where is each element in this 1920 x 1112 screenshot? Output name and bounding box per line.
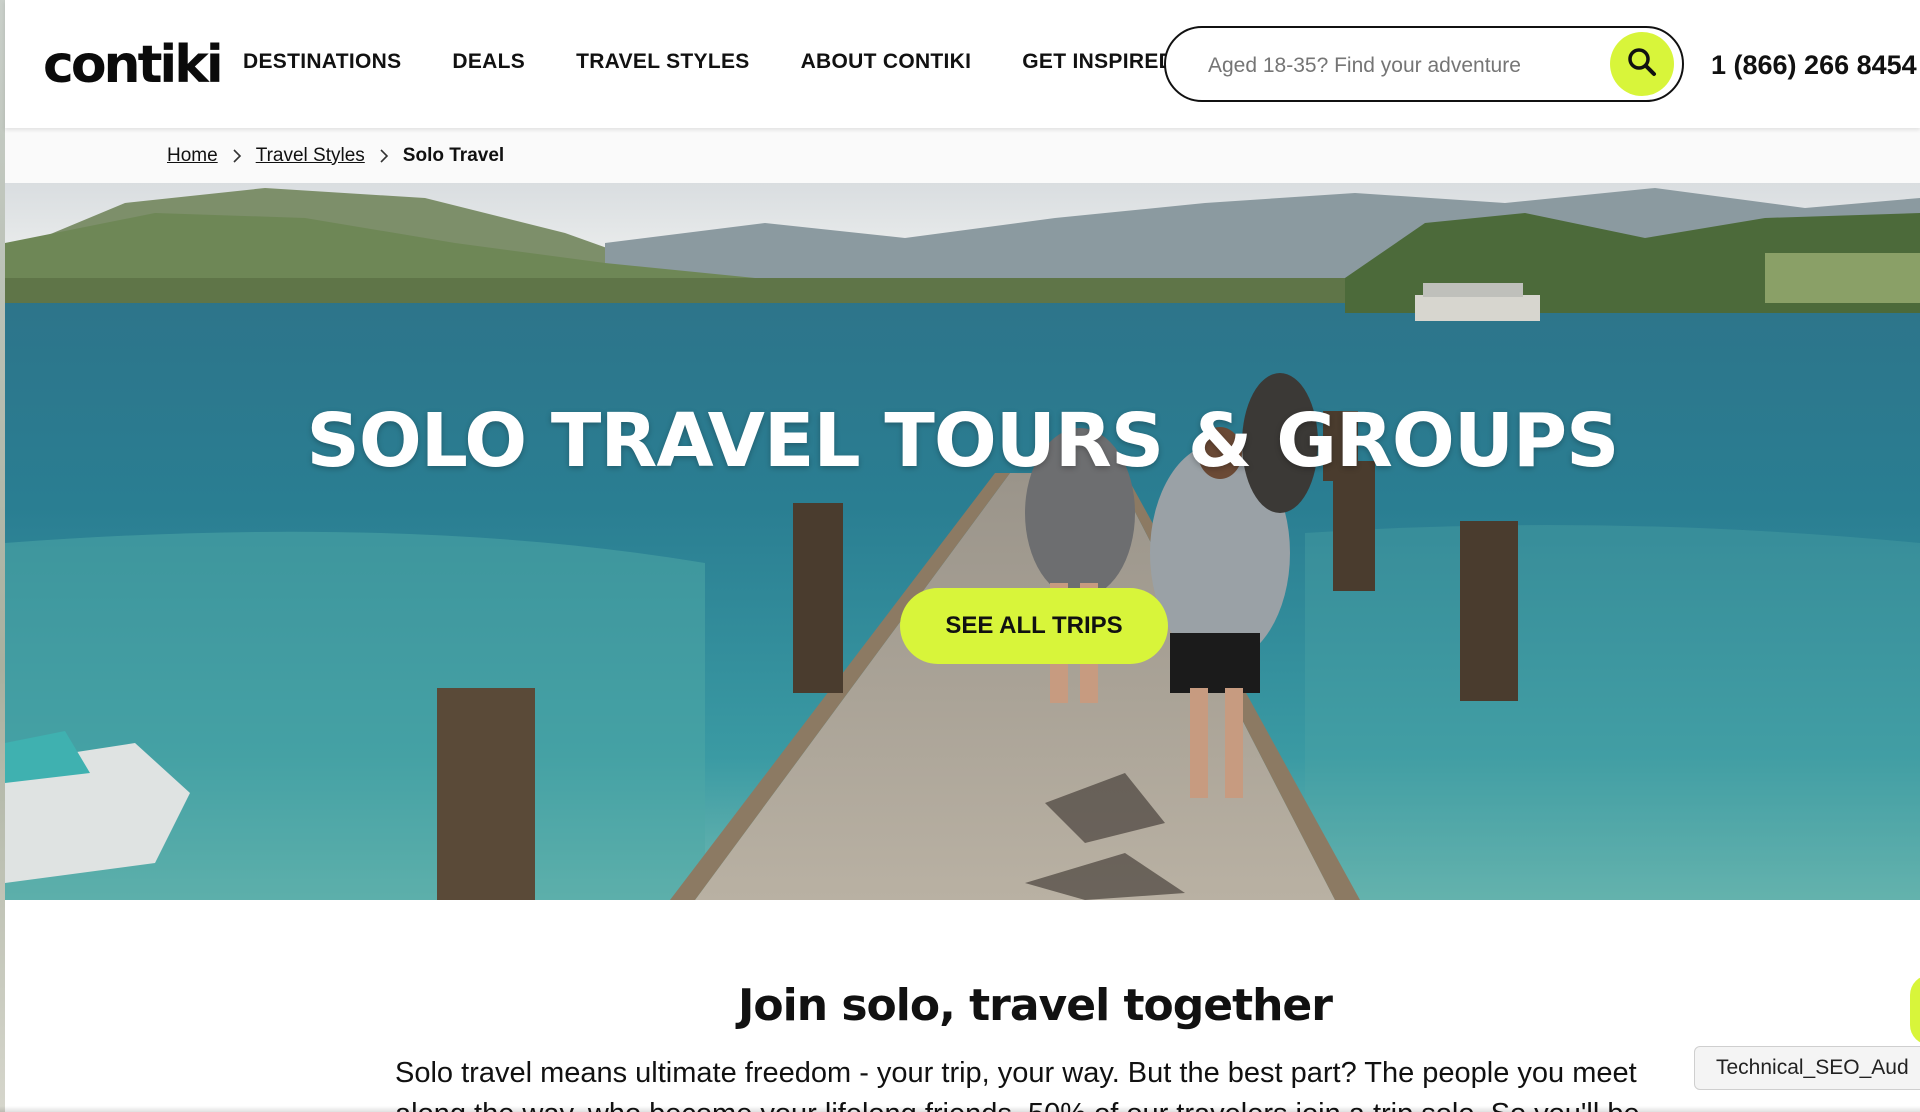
search-bar xyxy=(1164,26,1684,102)
breadcrumb-current: Solo Travel xyxy=(402,144,505,166)
window-bottom-edge xyxy=(0,1106,1920,1112)
breadcrumb: Home Travel Styles Solo Travel xyxy=(5,128,1920,183)
see-all-trips-button[interactable]: SEE ALL TRIPS xyxy=(900,588,1168,664)
nav-destinations[interactable]: DESTINATIONS xyxy=(243,50,401,74)
nav-deals[interactable]: DEALS xyxy=(452,50,525,74)
main-nav: DESTINATIONS DEALS TRAVEL STYLES ABOUT C… xyxy=(243,50,1225,74)
chat-widget-button[interactable] xyxy=(1910,975,1920,1045)
nav-about-contiki[interactable]: ABOUT CONTIKI xyxy=(801,50,972,74)
hero-banner: SOLO TRAVEL TOURS & GROUPS SEE ALL TRIPS xyxy=(5,183,1920,900)
search-input[interactable] xyxy=(1206,48,1590,84)
chevron-right-icon xyxy=(232,148,242,163)
intro-heading: Join solo, travel together xyxy=(738,980,1333,1031)
bookmark-tab[interactable]: Technical_SEO_Aud xyxy=(1694,1046,1920,1090)
site-header: contiki DESTINATIONS DEALS TRAVEL STYLES… xyxy=(5,0,1920,128)
breadcrumb-home[interactable]: Home xyxy=(167,145,218,167)
breadcrumb-travel-styles[interactable]: Travel Styles xyxy=(256,145,365,167)
nav-travel-styles[interactable]: TRAVEL STYLES xyxy=(576,50,749,74)
chevron-right-icon xyxy=(379,148,389,163)
hero-lake-pier-image xyxy=(5,183,1920,900)
search-icon xyxy=(1626,46,1658,83)
intro-body: Solo travel means ultimate freedom - you… xyxy=(395,1057,1637,1089)
hero-title: SOLO TRAVEL TOURS & GROUPS xyxy=(306,398,1620,484)
contiki-logo[interactable]: contiki xyxy=(43,30,224,100)
nav-get-inspired[interactable]: GET INSPIRED xyxy=(1022,50,1174,74)
search-button[interactable] xyxy=(1610,32,1674,96)
phone-number[interactable]: 1 (866) 266 8454 xyxy=(1711,50,1917,81)
